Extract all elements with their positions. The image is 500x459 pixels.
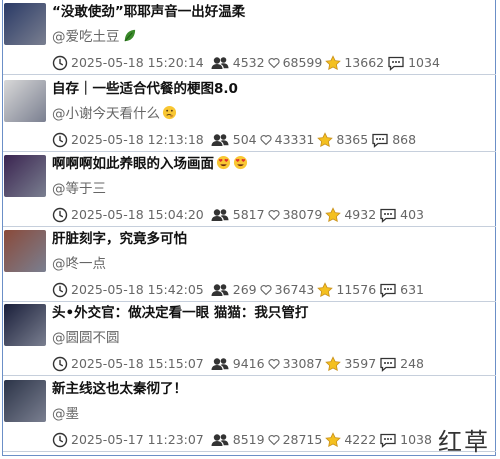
leaf-icon	[120, 29, 137, 45]
post-title[interactable]: 肝脏刻字，究竟多可怕	[52, 230, 187, 248]
star-icon	[317, 132, 334, 148]
like-count: 28715	[282, 432, 323, 447]
comment-count: 868	[392, 132, 417, 147]
viewers-icon	[210, 356, 230, 372]
viewer-count: 504	[232, 132, 257, 147]
comment-icon	[379, 207, 397, 223]
star-count: 11576	[336, 282, 377, 297]
star-count: 8365	[336, 132, 369, 147]
thumbnail[interactable]	[4, 304, 46, 346]
feed-item[interactable]: “没敢使劲”耶耶声音一出好温柔 @爱吃土豆 2025-05-18 15:20:14 4…	[3, 1, 496, 75]
star-count: 13662	[344, 55, 385, 70]
comment-count: 248	[400, 356, 425, 371]
post-meta: 2025-05-18 15:15:07 9416 33087 3597 248	[52, 356, 427, 372]
author-name[interactable]: @墨	[52, 405, 79, 423]
post-meta: 2025-05-17 11:23:07 8519 28715 4222 1038	[52, 432, 435, 448]
post-date: 2025-05-17 11:23:07	[71, 432, 204, 447]
comment-icon	[371, 132, 389, 148]
post-date: 2025-05-18 15:15:07	[71, 356, 204, 371]
heart-icon	[268, 57, 280, 69]
heart-icon	[260, 134, 272, 146]
like-count: 36743	[274, 282, 315, 297]
post-meta: 2025-05-18 12:13:18 504 43331 8365 868	[52, 132, 419, 148]
feed-item[interactable]: 肝脏刻字，究竟多可怕 @咚一点 2025-05-18 15:42:05 269 3674…	[3, 228, 496, 302]
comment-icon	[379, 432, 397, 448]
post-date: 2025-05-18 15:04:20	[71, 207, 204, 222]
thumbnail[interactable]	[4, 3, 46, 45]
author-name[interactable]: @咚一点	[52, 255, 106, 273]
star-count: 4932	[344, 207, 377, 222]
thumbnail[interactable]	[4, 80, 46, 122]
post-date: 2025-05-18 12:13:18	[71, 132, 204, 147]
star-icon	[325, 55, 342, 71]
heart-icon	[260, 284, 272, 296]
viewers-icon	[210, 432, 230, 448]
post-meta: 2025-05-18 15:20:14 4532 68599 13662 1034	[52, 55, 443, 71]
heart-eyes-icon	[214, 155, 248, 172]
clock-icon	[52, 55, 68, 71]
comment-icon	[379, 282, 397, 298]
comment-count: 1034	[408, 55, 440, 70]
clock-icon	[52, 282, 68, 298]
star-count: 4222	[344, 432, 377, 447]
like-count: 68599	[282, 55, 323, 70]
star-icon	[317, 282, 334, 298]
post-date: 2025-05-18 15:42:05	[71, 282, 204, 297]
feed-item[interactable]: 头•外交官：做决定看一眼 猫猫：我只管打 @圆圆不圆 2025-05-18 15:1…	[3, 302, 496, 376]
heart-icon	[268, 434, 280, 446]
post-title[interactable]: 啊啊啊如此养眼的入场画面	[52, 155, 248, 173]
viewer-count: 5817	[232, 207, 265, 222]
feed-item[interactable]: 自存｜一些适合代餐的梗图8.0 @小谢今天看什么 2025-05-18 12:13:…	[3, 78, 496, 152]
star-icon	[325, 432, 342, 448]
star-icon	[325, 356, 342, 372]
viewers-icon	[210, 207, 230, 223]
clock-icon	[52, 132, 68, 148]
viewers-icon	[210, 282, 230, 298]
viewer-count: 8519	[232, 432, 265, 447]
comment-count: 1038	[400, 432, 432, 447]
heart-icon	[268, 209, 280, 221]
post-title[interactable]: “没敢使劲”耶耶声音一出好温柔	[52, 3, 245, 21]
feed-item[interactable]: 新主线这也太秦彻了！ @墨 2025-05-17 11:23:07 8519 28715…	[3, 378, 496, 452]
author-name[interactable]: @等于三	[52, 180, 106, 198]
author-name[interactable]: @小谢今天看什么	[52, 105, 177, 123]
comment-icon	[379, 356, 397, 372]
thumbnail[interactable]	[4, 230, 46, 272]
watermark: 红草	[438, 428, 490, 456]
star-count: 3597	[344, 356, 377, 371]
post-date: 2025-05-18 15:20:14	[71, 55, 204, 70]
post-meta: 2025-05-18 15:42:05 269 36743 11576 631	[52, 282, 427, 298]
star-icon	[325, 207, 342, 223]
viewer-count: 4532	[232, 55, 265, 70]
like-count: 43331	[274, 132, 315, 147]
post-title[interactable]: 自存｜一些适合代餐的梗图8.0	[52, 80, 238, 98]
feed-item[interactable]: 啊啊啊如此养眼的入场画面 @等于三 2025-05-18 15:04:20 5817 3…	[3, 153, 496, 227]
thinking-face-icon	[160, 105, 177, 122]
post-title[interactable]: 头•外交官：做决定看一眼 猫猫：我只管打	[52, 304, 308, 322]
heart-icon	[268, 358, 280, 370]
comment-count: 403	[400, 207, 425, 222]
author-name[interactable]: @圆圆不圆	[52, 329, 120, 347]
clock-icon	[52, 356, 68, 372]
comment-count: 631	[400, 282, 425, 297]
clock-icon	[52, 432, 68, 448]
like-count: 33087	[282, 356, 323, 371]
thumbnail[interactable]	[4, 380, 46, 422]
author-name[interactable]: @爱吃土豆	[52, 28, 137, 46]
thumbnail[interactable]	[4, 155, 46, 197]
viewer-count: 269	[232, 282, 257, 297]
like-count: 38079	[282, 207, 323, 222]
clock-icon	[52, 207, 68, 223]
post-title[interactable]: 新主线这也太秦彻了！	[52, 380, 187, 398]
viewers-icon	[210, 132, 230, 148]
viewer-count: 9416	[232, 356, 265, 371]
comment-icon	[387, 55, 405, 71]
viewers-icon	[210, 55, 230, 71]
post-meta: 2025-05-18 15:04:20 5817 38079 4932 403	[52, 207, 427, 223]
